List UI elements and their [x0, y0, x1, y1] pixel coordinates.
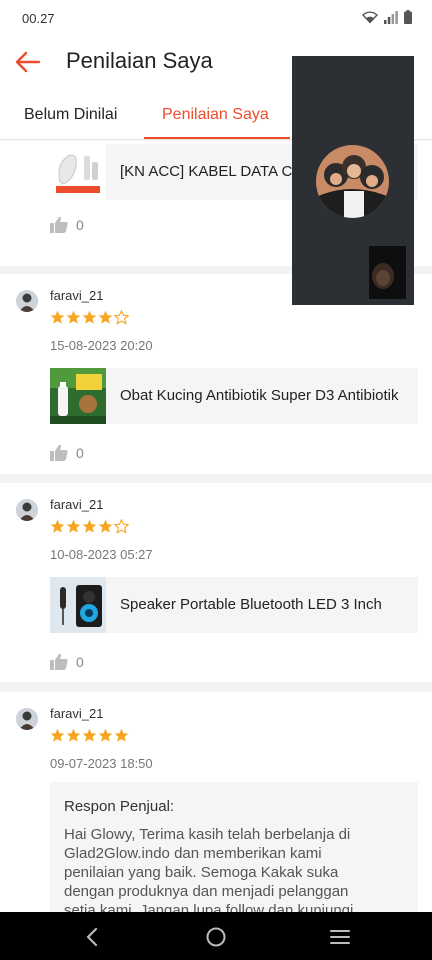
- menu-lines-icon: [330, 930, 350, 944]
- status-icons: [362, 10, 412, 24]
- product-thumbnail: [50, 577, 106, 633]
- star-empty-icon: [114, 310, 129, 325]
- arrow-left-icon: [15, 51, 41, 73]
- star-filled-icon: [66, 728, 81, 742]
- star-rating: [50, 728, 129, 743]
- thumbs-up-icon: [50, 653, 68, 670]
- review-date: 10-08-2023 05:27: [50, 547, 153, 562]
- like-count: 0: [76, 444, 84, 461]
- star-filled-icon: [82, 310, 97, 324]
- star-filled-icon: [50, 310, 65, 324]
- username: faravi_21: [50, 706, 104, 721]
- review-card: faravi_21 09-07-2023 18:50 Respon Penjua…: [0, 692, 432, 912]
- username: faravi_21: [50, 497, 104, 512]
- product-thumbnail: [50, 368, 106, 424]
- like-button[interactable]: 0: [50, 653, 84, 670]
- thumbs-up-icon: [50, 444, 68, 461]
- system-nav-bar: [0, 912, 432, 960]
- nav-home-button[interactable]: [203, 924, 229, 950]
- product-name: Speaker Portable Bluetooth LED 3 Inch: [120, 596, 382, 613]
- battery-icon: [404, 10, 412, 24]
- avatar: [16, 708, 38, 730]
- like-button[interactable]: 0: [50, 216, 84, 233]
- seller-response-title: Respon Penjual:: [64, 798, 175, 815]
- star-filled-icon: [50, 519, 65, 533]
- product-name: Obat Kucing Antibiotik Super D3 Antibiot…: [120, 387, 399, 404]
- back-button[interactable]: [14, 48, 42, 76]
- product-item[interactable]: Obat Kucing Antibiotik Super D3 Antibiot…: [50, 368, 418, 424]
- star-filled-icon: [82, 728, 97, 742]
- thumbs-up-icon: [50, 216, 68, 233]
- product-item[interactable]: Speaker Portable Bluetooth LED 3 Inch: [50, 577, 418, 633]
- username: faravi_21: [50, 288, 104, 303]
- status-bar: 00.27: [0, 0, 432, 36]
- review-date: 15-08-2023 20:20: [50, 338, 153, 353]
- star-rating: [50, 310, 129, 325]
- self-camera-view[interactable]: [369, 246, 406, 299]
- review-card: faravi_21 10-08-2023 05:27 Speaker Porta…: [0, 483, 432, 682]
- home-circle-icon: [206, 927, 226, 947]
- like-button[interactable]: 0: [50, 444, 84, 461]
- avatar: [16, 499, 38, 521]
- nav-recents-button[interactable]: [327, 924, 353, 950]
- star-filled-icon: [98, 310, 113, 324]
- signal-icon: [384, 11, 398, 24]
- like-count: 0: [76, 216, 84, 233]
- star-filled-icon: [98, 728, 113, 742]
- video-call-overlay[interactable]: [292, 56, 414, 305]
- tab-penilaian-saya[interactable]: Penilaian Saya: [162, 106, 269, 124]
- seller-response: Respon Penjual: Hai Glowy, Terima kasih …: [50, 782, 418, 912]
- star-filled-icon: [114, 728, 129, 742]
- back-chevron-icon: [86, 927, 98, 947]
- star-filled-icon: [82, 519, 97, 533]
- active-tab-indicator: [144, 137, 290, 139]
- product-thumbnail: [50, 144, 106, 200]
- page-title: Penilaian Saya: [66, 48, 213, 73]
- avatar: [16, 290, 38, 312]
- star-filled-icon: [66, 519, 81, 533]
- tab-belum-dinilai[interactable]: Belum Dinilai: [24, 106, 117, 124]
- star-filled-icon: [66, 310, 81, 324]
- status-time: 00.27: [22, 11, 55, 26]
- star-filled-icon: [98, 519, 113, 533]
- wifi-icon: [362, 11, 378, 24]
- star-rating: [50, 519, 129, 534]
- star-empty-icon: [114, 519, 129, 534]
- star-filled-icon: [50, 728, 65, 742]
- like-count: 0: [76, 653, 84, 670]
- review-date: 09-07-2023 18:50: [50, 756, 153, 771]
- seller-response-text: Hai Glowy, Terima kasih telah berbelanja…: [64, 826, 354, 912]
- caller-avatar: [316, 145, 389, 218]
- nav-back-button[interactable]: [80, 924, 106, 950]
